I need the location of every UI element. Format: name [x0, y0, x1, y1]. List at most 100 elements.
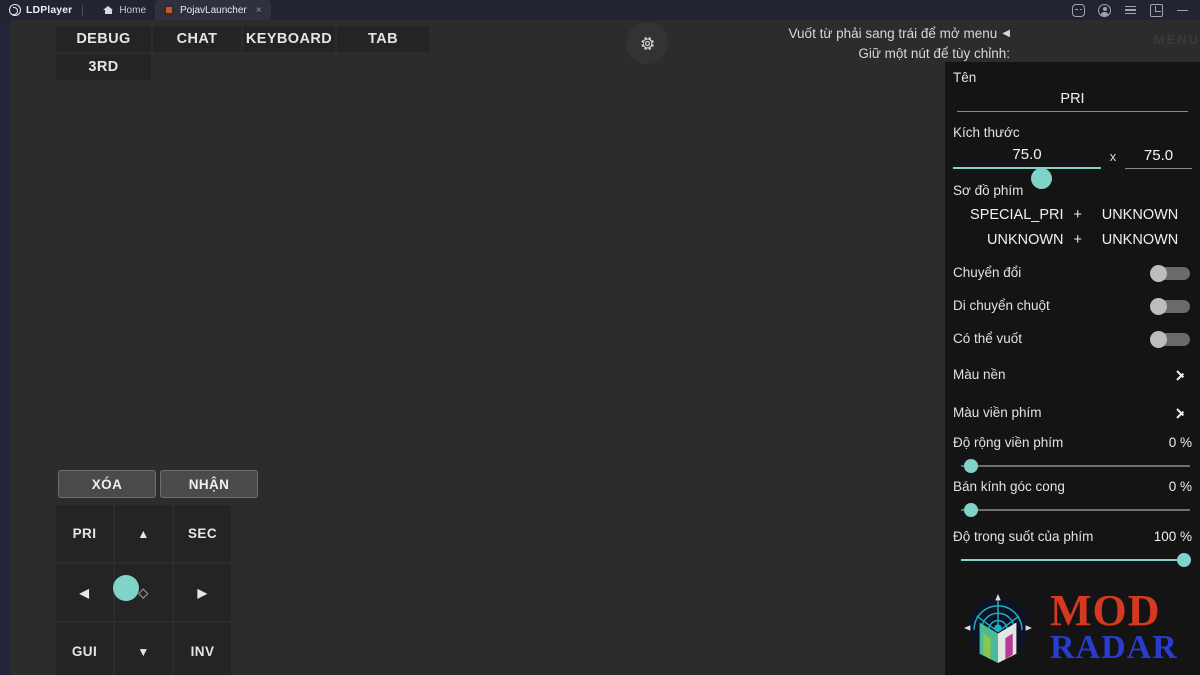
toggle-label-switch-mode: Chuyển đổi	[953, 265, 1022, 280]
toggle-label-mouse-move: Di chuyển chuột	[953, 298, 1050, 313]
slider-knob[interactable]	[964, 459, 978, 473]
menu-icon[interactable]	[1124, 4, 1137, 17]
ghost-menu-label: MENU	[1153, 32, 1200, 47]
slider-corner-radius-label: Bán kính góc cong	[953, 479, 1065, 494]
watermark-line-1: MOD	[1050, 586, 1161, 636]
macro-button-row-2: 3RD	[56, 54, 151, 80]
slider-border-width-label: Độ rộng viền phím	[953, 435, 1064, 450]
tab-pojavlauncher[interactable]: PojavLauncher ×	[155, 0, 271, 20]
toggle-swipeable[interactable]	[1148, 330, 1190, 348]
radar-compass-logo	[963, 593, 1033, 663]
toggle-row-swipeable[interactable]: Có thể vuốt	[945, 322, 1200, 355]
color-label-border: Màu viền phím	[953, 404, 1042, 420]
size-width-thumb[interactable]	[1031, 168, 1052, 189]
tab-home[interactable]: Home	[94, 0, 155, 20]
keymap-row-1-key1: SPECIAL_PRI	[970, 207, 1064, 223]
dpad-key-up[interactable]: ▲	[115, 505, 172, 562]
keymap-row-2-key1: UNKNOWN	[987, 232, 1064, 248]
toggle-mouse-move[interactable]	[1148, 297, 1190, 315]
accept-button[interactable]: NHẬN	[160, 470, 258, 498]
slider-border-width-value: 0 %	[1168, 435, 1192, 450]
size-width-slider[interactable]: 75.0	[953, 146, 1101, 189]
slider-key-transparency-label: Độ trong suốt của phím	[953, 529, 1094, 544]
minimize-icon[interactable]	[1176, 4, 1189, 17]
macro-button-debug[interactable]: DEBUG	[56, 26, 151, 52]
gamepad-icon[interactable]	[1072, 3, 1085, 17]
window-titlebar: LDPlayer Home PojavLauncher ×	[0, 0, 1200, 20]
dpad-drag-handle[interactable]	[113, 575, 139, 601]
keymap-label: Sơ đồ phím	[953, 183, 1024, 198]
dpad-grid: PRI ▲ SEC ◀ ◇ ▶ GUI ▼ INV	[56, 505, 231, 675]
size-height-track	[1125, 168, 1192, 169]
size-width-track	[953, 167, 1101, 169]
keymap-row-1-key2: UNKNOWN	[1101, 207, 1179, 223]
slider-border-width-head: Độ rộng viền phím 0 %	[953, 435, 1192, 450]
dpad-key-left[interactable]: ◀	[56, 564, 113, 621]
macro-button-row-1: DEBUG CHAT KEYBOARD TAB	[56, 26, 429, 52]
keymap-section: Sơ đồ phím SPECIAL_PRI + UNKNOWN UNKNOWN…	[945, 169, 1200, 248]
slider-key-transparency[interactable]: Độ trong suốt của phím 100 %	[945, 519, 1200, 569]
keymap-row-2-key2: UNKNOWN	[1101, 232, 1179, 248]
dpad-key-pri[interactable]: PRI	[56, 505, 113, 562]
macro-button-tab[interactable]: TAB	[337, 26, 429, 52]
slider-corner-radius-bar[interactable]	[953, 501, 1192, 519]
slider-border-width-bar[interactable]	[953, 457, 1192, 475]
slider-track	[961, 465, 1190, 467]
toggle-switch-mode[interactable]	[1148, 264, 1190, 282]
size-separator: x	[1109, 149, 1117, 164]
keymap-row-2[interactable]: UNKNOWN + UNKNOWN	[953, 232, 1192, 248]
tab-pojavlauncher-label: PojavLauncher	[180, 4, 247, 16]
macro-button-keyboard[interactable]: KEYBOARD	[243, 26, 335, 52]
name-value: PRI	[1060, 91, 1085, 107]
restore-icon[interactable]	[1150, 3, 1163, 17]
home-icon	[103, 5, 114, 15]
toggle-knob	[1150, 264, 1167, 282]
clear-button[interactable]: XÓA	[58, 470, 156, 498]
slider-knob[interactable]	[964, 503, 978, 517]
emulator-stage: DEBUG CHAT KEYBOARD TAB 3RD Vuốt từ phải…	[0, 20, 1200, 675]
watermark: MOD RADAR	[952, 580, 1192, 675]
size-height-field[interactable]: 75.0	[1125, 147, 1192, 169]
dpad-key-gui[interactable]: GUI	[56, 623, 113, 675]
color-row-background[interactable]: Màu nền	[945, 355, 1200, 393]
ldplayer-window: LDPlayer Home PojavLauncher × DEBUG CHAT…	[0, 0, 1200, 675]
toggle-row-switch-mode[interactable]: Chuyển đổi	[945, 256, 1200, 289]
left-edge-strip	[0, 20, 10, 675]
slider-key-transparency-value: 100 %	[1153, 529, 1192, 544]
slider-track	[961, 509, 1190, 511]
window-controls	[1072, 3, 1200, 17]
left-arrow-icon: ◀	[1002, 28, 1010, 40]
name-label: Tên	[953, 70, 977, 85]
slider-corner-radius[interactable]: Bán kính góc cong 0 %	[945, 475, 1200, 519]
toggle-label-swipeable: Có thể vuốt	[953, 331, 1023, 346]
slider-track-fill	[961, 559, 1182, 561]
chevron-right-icon	[1177, 405, 1186, 420]
account-icon[interactable]	[1098, 3, 1111, 17]
ldplayer-logo-icon	[9, 4, 21, 16]
size-label: Kích thước	[953, 125, 1020, 140]
keymap-row-1[interactable]: SPECIAL_PRI + UNKNOWN	[953, 207, 1192, 223]
dpad-key-inv[interactable]: INV	[174, 623, 231, 675]
size-section: Kích thước 75.0 x 75.0	[945, 112, 1200, 189]
toggle-row-mouse-move[interactable]: Di chuyển chuột	[945, 289, 1200, 322]
macro-button-chat[interactable]: CHAT	[153, 26, 241, 52]
ldplayer-brand: LDPlayer	[0, 4, 72, 16]
color-row-border[interactable]: Màu viền phím	[945, 393, 1200, 431]
slider-knob[interactable]	[1177, 553, 1191, 567]
chevron-right-icon	[1177, 367, 1186, 382]
macro-button-3rd[interactable]: 3RD	[56, 54, 151, 80]
watermark-line-2: RADAR	[1050, 629, 1178, 667]
action-button-row: XÓA NHẬN	[58, 470, 258, 498]
dpad-key-sec[interactable]: SEC	[174, 505, 231, 562]
brand-name: LDPlayer	[26, 4, 73, 16]
dpad-key-down[interactable]: ▼	[115, 623, 172, 675]
keymap-row-1-plus: +	[1073, 207, 1082, 223]
close-icon[interactable]: ×	[256, 5, 262, 16]
settings-gear-button[interactable]	[626, 22, 668, 64]
overlay-hints: Vuốt từ phải sang trái để mở menu ◀ Giữ m…	[789, 24, 1010, 64]
slider-key-transparency-bar[interactable]	[953, 551, 1192, 569]
name-input[interactable]: PRI	[957, 91, 1188, 112]
dpad-key-right[interactable]: ▶	[174, 564, 231, 621]
slider-border-width[interactable]: Độ rộng viền phím 0 %	[945, 431, 1200, 475]
